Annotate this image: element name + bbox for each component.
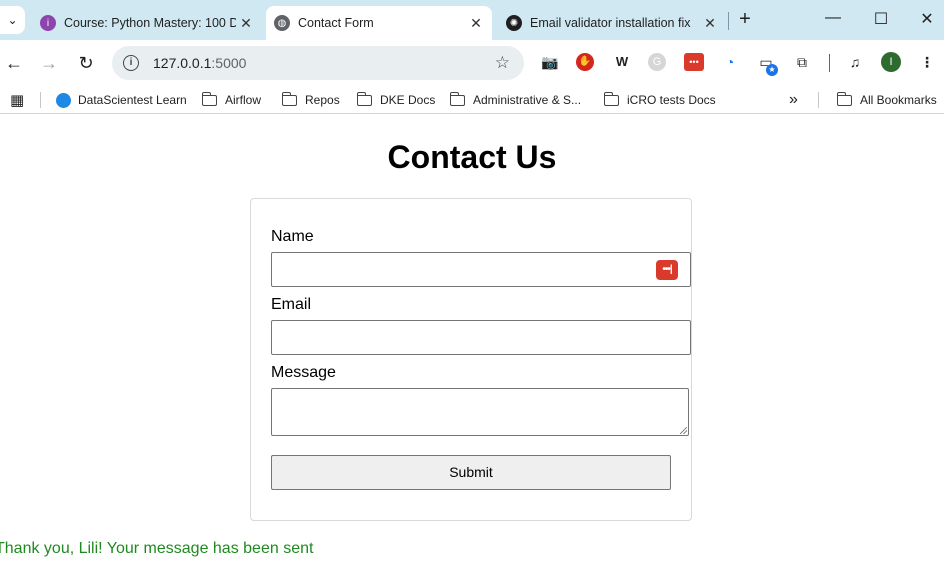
media-playlist-icon[interactable]: ♫ (845, 52, 865, 72)
bookmark-folder-icro-tests[interactable]: iCRO tests Docs (603, 90, 716, 110)
more-bookmarks-button[interactable]: » (789, 90, 798, 110)
tab-email-validator[interactable]: ✺ Email validator installation fix ✕ (498, 6, 726, 40)
message-textarea[interactable] (271, 388, 689, 436)
bookmark-label: DKE Docs (380, 93, 436, 107)
password-manager-icon[interactable]: •••| (656, 260, 678, 280)
clock-icon[interactable]: ◔ (720, 52, 740, 72)
bookmark-label: iCRO tests Docs (627, 93, 716, 107)
email-label: Email (271, 296, 312, 313)
bookmark-label: Administrative & S... (473, 93, 582, 107)
bookmark-label: Repos (305, 93, 340, 107)
tab-course[interactable]: i Course: Python Mastery: 100 D ✕ (32, 6, 262, 40)
email-field[interactable] (271, 320, 691, 355)
adblock-icon[interactable]: ✋ (576, 53, 594, 71)
course-icon: i (40, 15, 56, 31)
folder-icon (836, 91, 852, 106)
bookmark-folder-repos[interactable]: Repos (281, 90, 340, 110)
maximize-button[interactable]: ☐ (870, 9, 892, 31)
submit-button[interactable]: Submit (271, 455, 671, 490)
url-port: :5000 (211, 55, 247, 71)
tab-divider (728, 12, 729, 30)
address-bar[interactable]: i 127.0.0.1:5000 ☆ (112, 46, 524, 80)
window-close-button[interactable]: ✕ (916, 9, 938, 31)
bookmarks-bar: ▦ DataScientest Learn Airflow Repos DKE … (0, 86, 944, 114)
password-manager-icon[interactable]: ••• (684, 53, 704, 71)
chatgpt-icon: ✺ (506, 15, 522, 31)
bookmarks-divider (818, 92, 819, 108)
folder-icon (449, 91, 465, 106)
extensions-puzzle-icon[interactable]: ⧉ (792, 52, 812, 72)
bookmark-label: All Bookmarks (860, 93, 937, 107)
bookmark-folder-airflow[interactable]: Airflow (201, 90, 262, 110)
name-field[interactable]: •••| (271, 252, 691, 287)
bookmark-folder-administrative[interactable]: Administrative & S... (449, 90, 582, 110)
tab-search-button[interactable]: ⌄ (0, 6, 25, 34)
all-bookmarks-button[interactable]: All Bookmarks (836, 90, 937, 110)
bookmark-datascientest[interactable]: DataScientest Learn (56, 90, 187, 110)
resize-grip-icon[interactable] (680, 427, 687, 434)
success-message: Thank you, Lili! Your message has been s… (0, 540, 314, 557)
url-host: 127.0.0.1 (153, 55, 212, 71)
contact-form: Name •••| Email Message Submit (250, 198, 692, 521)
name-label: Name (271, 228, 314, 245)
message-label: Message (271, 364, 336, 381)
folder-icon (603, 91, 619, 106)
reload-button[interactable]: ↻ (74, 51, 98, 75)
datascientest-icon (56, 92, 71, 108)
bookmarks-divider (40, 92, 41, 108)
folder-icon (356, 91, 372, 106)
close-icon[interactable]: ✕ (466, 15, 486, 32)
url-text: 127.0.0.1:5000 (153, 55, 495, 71)
minimize-button[interactable]: — (822, 9, 844, 31)
tab-title: Course: Python Mastery: 100 D (64, 16, 236, 30)
tab-strip: ⌄ i Course: Python Mastery: 100 D ✕ ◍ Co… (0, 0, 944, 40)
folder-icon (201, 91, 217, 106)
bookmark-folder-dke-docs[interactable]: DKE Docs (356, 90, 436, 110)
bookmark-star-icon[interactable]: ☆ (495, 53, 510, 73)
close-icon[interactable]: ✕ (700, 15, 720, 32)
close-icon[interactable]: ✕ (236, 15, 256, 32)
page-title: Contact Us (387, 139, 557, 175)
globe-icon: ◍ (274, 15, 290, 31)
camera-icon[interactable]: 📷 (540, 52, 560, 72)
bookmark-label: Airflow (225, 93, 262, 107)
wikipedia-icon[interactable]: W (612, 52, 632, 72)
tab-title: Contact Form (298, 16, 374, 30)
page-viewport: Contact Us Name •••| Email Message Submi… (0, 121, 944, 566)
menu-kebab-icon[interactable]: ⋮ (917, 52, 937, 72)
badge-star-icon: ★ (766, 64, 778, 76)
forward-button[interactable]: → (37, 51, 61, 75)
folder-icon (281, 91, 297, 106)
toolbar-divider (829, 54, 830, 72)
browser-toolbar: ← → ↻ i 127.0.0.1:5000 ☆ 📷 ✋ W G ••• ◔ ▭… (0, 40, 944, 86)
tab-contact-form[interactable]: ◍ Contact Form ✕ (266, 6, 492, 40)
back-button[interactable]: ← (2, 51, 26, 75)
chevron-down-icon: ⌄ (7, 13, 18, 27)
bookmark-label: DataScientest Learn (78, 93, 187, 107)
site-info-icon[interactable]: i (123, 55, 139, 71)
grammar-icon[interactable]: G (648, 53, 666, 71)
tab-title: Email validator installation fix (530, 16, 691, 30)
apps-grid-icon[interactable]: ▦ (10, 90, 24, 110)
new-tab-button[interactable]: + (734, 9, 756, 31)
profile-avatar[interactable]: I (881, 52, 901, 72)
